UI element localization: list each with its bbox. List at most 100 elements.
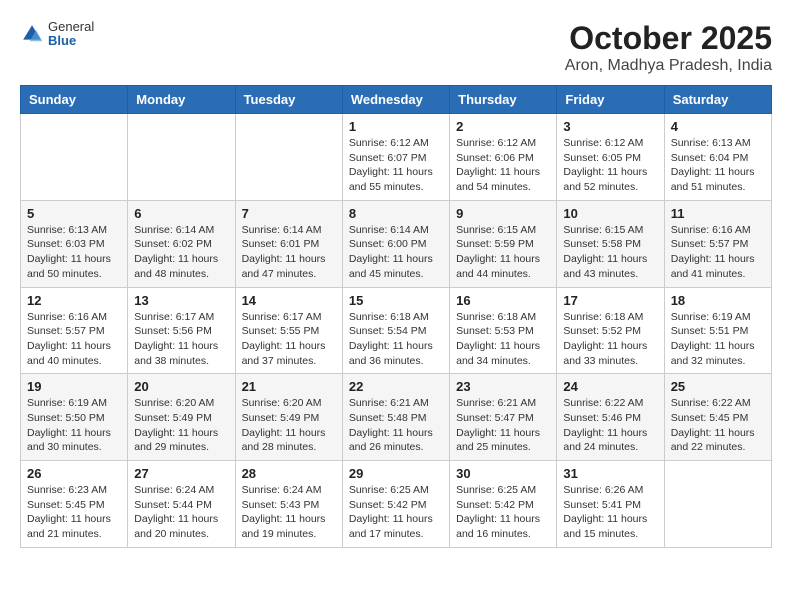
day-number: 14	[242, 293, 336, 308]
day-info: Sunrise: 6:20 AMSunset: 5:49 PMDaylight:…	[134, 396, 228, 455]
calendar-week-row: 1 Sunrise: 6:12 AMSunset: 6:07 PMDaylight…	[21, 114, 772, 201]
calendar-cell: 19 Sunrise: 6:19 AMSunset: 5:50 PMDayligh…	[21, 374, 128, 461]
location-title: Aron, Madhya Pradesh, India	[565, 57, 772, 75]
calendar-cell: 24Sunrise: 6:22 AMSunset: 5:46 PMDayligh…	[557, 374, 664, 461]
day-info: Sunrise: 6:21 AMSunset: 5:47 PMDaylight:…	[456, 396, 550, 455]
calendar-week-row: 12 Sunrise: 6:16 AMSunset: 5:57 PMDayligh…	[21, 287, 772, 374]
day-info: Sunrise: 6:12 AMSunset: 6:07 PMDaylight:…	[349, 136, 443, 195]
day-info: Sunrise: 6:19 AMSunset: 5:51 PMDaylight:…	[671, 310, 765, 369]
weekday-header: Friday	[557, 86, 664, 114]
day-info: Sunrise: 6:18 AMSunset: 5:53 PMDaylight:…	[456, 310, 550, 369]
calendar-week-row: 26 Sunrise: 6:23 AMSunset: 5:45 PMDayligh…	[21, 461, 772, 548]
day-info: Sunrise: 6:25 AMSunset: 5:42 PMDaylight:…	[456, 483, 550, 542]
day-info: Sunrise: 6:22 AMSunset: 5:45 PMDaylight:…	[671, 396, 765, 455]
day-info: Sunrise: 6:19 AMSunset: 5:50 PMDaylight:…	[27, 396, 121, 455]
day-info: Sunrise: 6:17 AMSunset: 5:56 PMDaylight:…	[134, 310, 228, 369]
day-number: 8	[349, 206, 443, 221]
day-info: Sunrise: 6:18 AMSunset: 5:54 PMDaylight:…	[349, 310, 443, 369]
day-info: Sunrise: 6:17 AMSunset: 5:55 PMDaylight:…	[242, 310, 336, 369]
day-info: Sunrise: 6:13 AMSunset: 6:03 PMDaylight:…	[27, 223, 121, 282]
day-info: Sunrise: 6:24 AMSunset: 5:44 PMDaylight:…	[134, 483, 228, 542]
calendar-week-row: 5 Sunrise: 6:13 AMSunset: 6:03 PMDaylight…	[21, 200, 772, 287]
day-info: Sunrise: 6:18 AMSunset: 5:52 PMDaylight:…	[563, 310, 657, 369]
calendar-cell	[235, 114, 342, 201]
day-number: 29	[349, 466, 443, 481]
day-number: 19	[27, 379, 121, 394]
calendar-cell: 29 Sunrise: 6:25 AMSunset: 5:42 PMDayligh…	[342, 461, 449, 548]
calendar-week-row: 19 Sunrise: 6:19 AMSunset: 5:50 PMDayligh…	[21, 374, 772, 461]
day-info: Sunrise: 6:15 AMSunset: 5:58 PMDaylight:…	[563, 223, 657, 282]
day-number: 12	[27, 293, 121, 308]
day-number: 30	[456, 466, 550, 481]
day-number: 15	[349, 293, 443, 308]
calendar-cell: 6Sunrise: 6:14 AMSunset: 6:02 PMDaylight…	[128, 200, 235, 287]
day-number: 13	[134, 293, 228, 308]
day-info: Sunrise: 6:25 AMSunset: 5:42 PMDaylight:…	[349, 483, 443, 542]
day-number: 23	[456, 379, 550, 394]
day-number: 5	[27, 206, 121, 221]
weekday-header: Saturday	[664, 86, 771, 114]
calendar-cell: 20Sunrise: 6:20 AMSunset: 5:49 PMDayligh…	[128, 374, 235, 461]
calendar-cell: 5 Sunrise: 6:13 AMSunset: 6:03 PMDaylight…	[21, 200, 128, 287]
weekday-header: Wednesday	[342, 86, 449, 114]
calendar-cell: 11Sunrise: 6:16 AMSunset: 5:57 PMDayligh…	[664, 200, 771, 287]
calendar-cell: 17 Sunrise: 6:18 AMSunset: 5:52 PMDayligh…	[557, 287, 664, 374]
calendar-cell: 30 Sunrise: 6:25 AMSunset: 5:42 PMDayligh…	[450, 461, 557, 548]
calendar-cell: 7 Sunrise: 6:14 AMSunset: 6:01 PMDaylight…	[235, 200, 342, 287]
calendar-cell: 21Sunrise: 6:20 AMSunset: 5:49 PMDayligh…	[235, 374, 342, 461]
day-number: 9	[456, 206, 550, 221]
day-number: 17	[563, 293, 657, 308]
day-number: 3	[563, 119, 657, 134]
calendar-cell: 1 Sunrise: 6:12 AMSunset: 6:07 PMDaylight…	[342, 114, 449, 201]
day-number: 24	[563, 379, 657, 394]
weekday-header: Tuesday	[235, 86, 342, 114]
calendar-cell: 16 Sunrise: 6:18 AMSunset: 5:53 PMDayligh…	[450, 287, 557, 374]
calendar-cell: 14 Sunrise: 6:17 AMSunset: 5:55 PMDayligh…	[235, 287, 342, 374]
day-info: Sunrise: 6:12 AMSunset: 6:05 PMDaylight:…	[563, 136, 657, 195]
day-number: 1	[349, 119, 443, 134]
calendar-cell: 26 Sunrise: 6:23 AMSunset: 5:45 PMDayligh…	[21, 461, 128, 548]
calendar-cell: 13 Sunrise: 6:17 AMSunset: 5:56 PMDayligh…	[128, 287, 235, 374]
calendar-cell: 9 Sunrise: 6:15 AMSunset: 5:59 PMDaylight…	[450, 200, 557, 287]
day-number: 25	[671, 379, 765, 394]
day-info: Sunrise: 6:16 AMSunset: 5:57 PMDaylight:…	[27, 310, 121, 369]
day-info: Sunrise: 6:15 AMSunset: 5:59 PMDaylight:…	[456, 223, 550, 282]
day-info: Sunrise: 6:20 AMSunset: 5:49 PMDaylight:…	[242, 396, 336, 455]
weekday-header-row: SundayMondayTuesdayWednesdayThursdayFrid…	[21, 86, 772, 114]
logo-blue-text: Blue	[48, 34, 94, 48]
day-info: Sunrise: 6:14 AMSunset: 6:01 PMDaylight:…	[242, 223, 336, 282]
day-number: 26	[27, 466, 121, 481]
calendar-cell: 3 Sunrise: 6:12 AMSunset: 6:05 PMDaylight…	[557, 114, 664, 201]
calendar-cell	[128, 114, 235, 201]
calendar-cell: 25 Sunrise: 6:22 AMSunset: 5:45 PMDayligh…	[664, 374, 771, 461]
day-info: Sunrise: 6:14 AMSunset: 6:00 PMDaylight:…	[349, 223, 443, 282]
calendar-cell: 23 Sunrise: 6:21 AMSunset: 5:47 PMDayligh…	[450, 374, 557, 461]
calendar-cell	[664, 461, 771, 548]
day-number: 7	[242, 206, 336, 221]
day-number: 18	[671, 293, 765, 308]
day-number: 16	[456, 293, 550, 308]
calendar-cell: 2Sunrise: 6:12 AMSunset: 6:06 PMDaylight…	[450, 114, 557, 201]
weekday-header: Monday	[128, 86, 235, 114]
title-section: October 2025 Aron, Madhya Pradesh, India	[565, 20, 772, 75]
weekday-header: Sunday	[21, 86, 128, 114]
day-number: 28	[242, 466, 336, 481]
weekday-header: Thursday	[450, 86, 557, 114]
calendar-cell: 15 Sunrise: 6:18 AMSunset: 5:54 PMDayligh…	[342, 287, 449, 374]
day-number: 11	[671, 206, 765, 221]
day-info: Sunrise: 6:21 AMSunset: 5:48 PMDaylight:…	[349, 396, 443, 455]
calendar-cell: 31Sunrise: 6:26 AMSunset: 5:41 PMDayligh…	[557, 461, 664, 548]
calendar-cell: 12 Sunrise: 6:16 AMSunset: 5:57 PMDayligh…	[21, 287, 128, 374]
logo-general-text: General	[48, 20, 94, 34]
day-number: 27	[134, 466, 228, 481]
calendar-cell: 18 Sunrise: 6:19 AMSunset: 5:51 PMDayligh…	[664, 287, 771, 374]
day-info: Sunrise: 6:23 AMSunset: 5:45 PMDaylight:…	[27, 483, 121, 542]
calendar-cell	[21, 114, 128, 201]
logo-icon	[20, 22, 44, 46]
calendar-cell: 22Sunrise: 6:21 AMSunset: 5:48 PMDayligh…	[342, 374, 449, 461]
day-number: 31	[563, 466, 657, 481]
calendar-cell: 10Sunrise: 6:15 AMSunset: 5:58 PMDayligh…	[557, 200, 664, 287]
calendar-cell: 27 Sunrise: 6:24 AMSunset: 5:44 PMDayligh…	[128, 461, 235, 548]
calendar-table: SundayMondayTuesdayWednesdayThursdayFrid…	[20, 85, 772, 548]
header: General Blue October 2025 Aron, Madhya P…	[20, 20, 772, 75]
